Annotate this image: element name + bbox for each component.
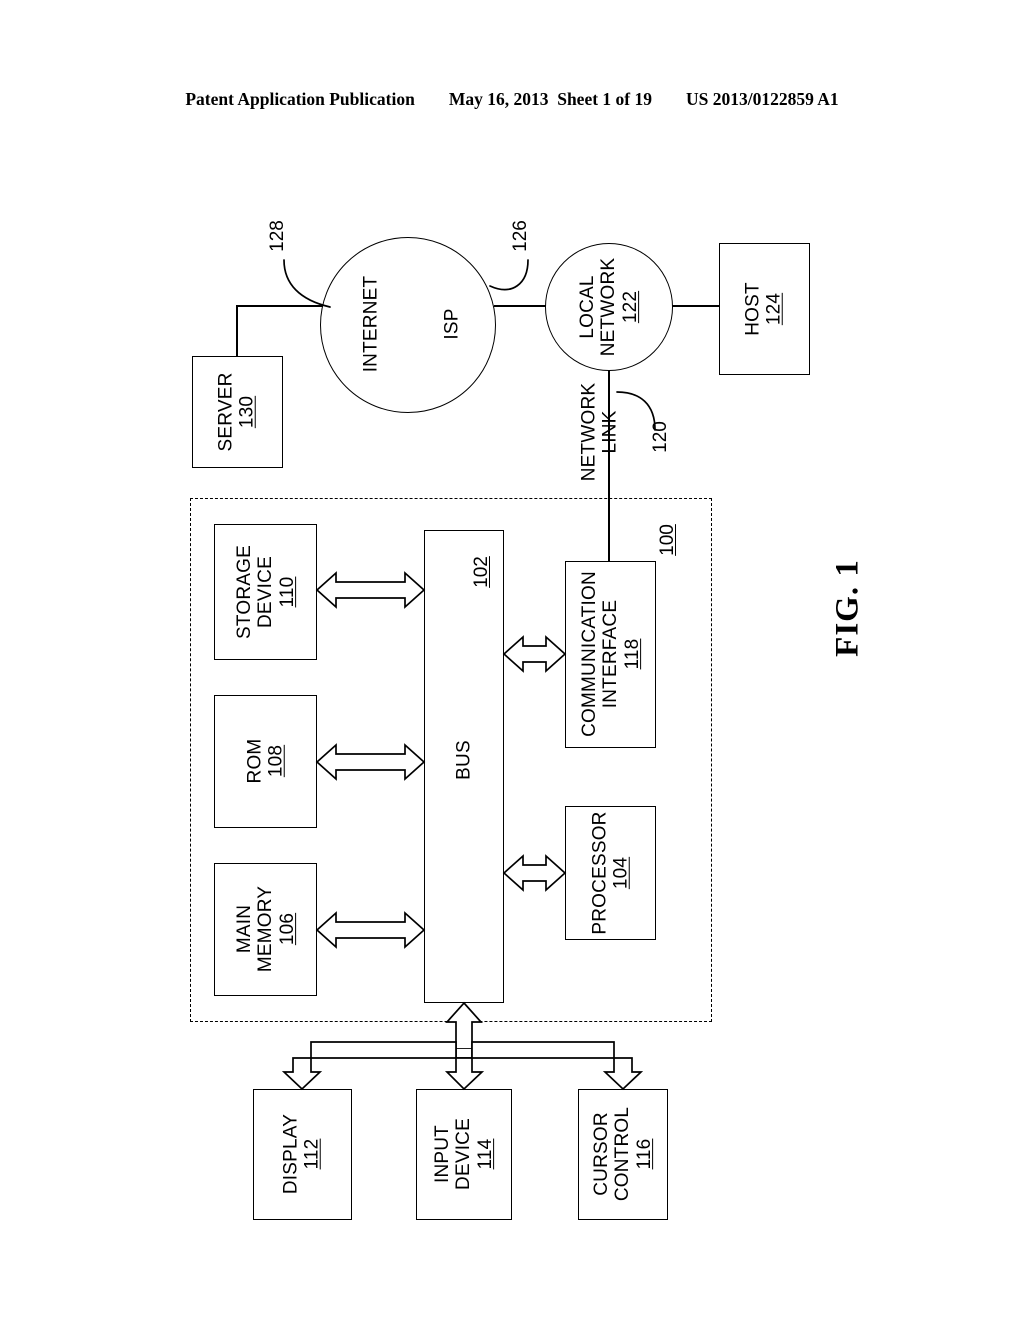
arrow-trunk-to-cursor-control: [471, 1041, 644, 1091]
figure-1-diagram: SERVER 130 INTERNET ISP LOCAL NETWORK 12…: [0, 0, 1024, 1320]
arrow-bus-communication-interface: [502, 635, 567, 673]
io-trunk-stem: [455, 1049, 473, 1059]
leader-line-internet: [283, 259, 331, 308]
arrow-trunk-to-display: [281, 1041, 457, 1091]
arrow-rom-bus: [315, 743, 426, 781]
figure-vector-overlay: [281, 259, 656, 1091]
arrow-storage-bus: [315, 571, 426, 609]
arrow-bus-processor: [502, 854, 567, 892]
arrow-trunk-to-input-device: [444, 1057, 485, 1091]
arrow-main-memory-bus: [315, 911, 426, 949]
leader-line-network-link: [616, 391, 656, 431]
leader-line-isp: [489, 259, 529, 291]
